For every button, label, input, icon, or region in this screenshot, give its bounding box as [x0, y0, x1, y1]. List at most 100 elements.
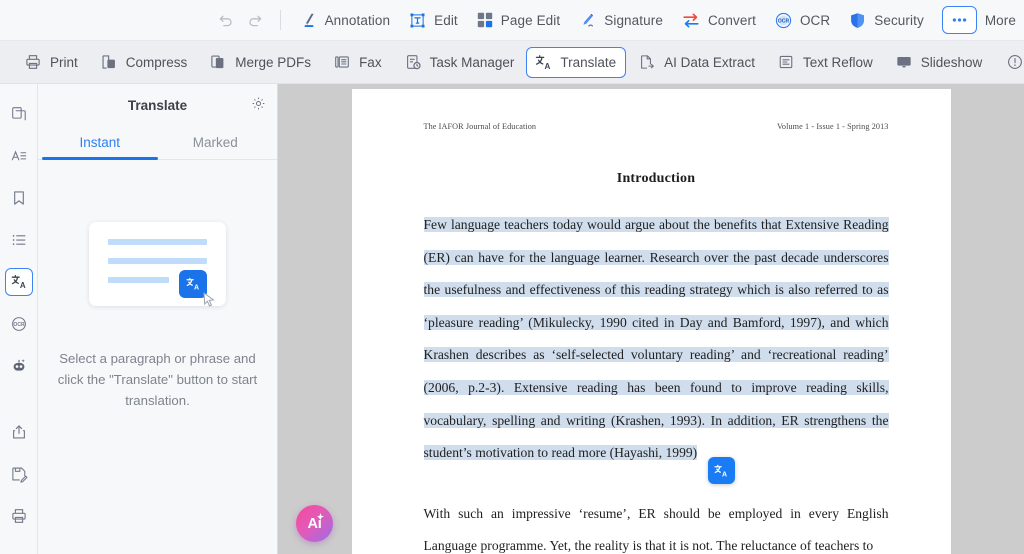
subtoolbar-item-fax[interactable]: Fax: [323, 47, 392, 78]
tab-marked[interactable]: Marked: [158, 127, 274, 159]
toolbar-divider: [279, 10, 281, 30]
subtoolbar-item-task-manager[interactable]: Task Manager: [394, 47, 525, 78]
fax-icon: [333, 53, 351, 71]
page-running-head: The IAFOR Journal of Education Volume 1 …: [424, 122, 889, 131]
sidebar-item-ai-assistant[interactable]: [5, 352, 33, 380]
pdf-page[interactable]: The IAFOR Journal of Education Volume 1 …: [351, 89, 951, 554]
pages-thumbnail-icon: [10, 105, 28, 123]
document-translate-illustration: A: [89, 222, 226, 308]
svg-text:A: A: [194, 285, 199, 292]
ai-sparkle-icon: [316, 513, 325, 522]
task-manager-icon: [404, 53, 422, 71]
subtoolbar-item-print[interactable]: Print: [14, 47, 88, 78]
translate-icon: A: [10, 273, 28, 291]
next-paragraph[interactable]: With such an impressive ‘resume’, ER sho…: [424, 498, 889, 554]
redo-button[interactable]: [241, 5, 271, 35]
text-format-icon: [10, 147, 28, 165]
toolbar-item-annotation[interactable]: Annotation: [290, 5, 400, 35]
compress-icon: [100, 53, 118, 71]
save-edit-icon: [10, 465, 28, 483]
journal-issue: Volume 1 - Issue 1 - Spring 2013: [776, 122, 889, 131]
svg-text:OCR: OCR: [778, 18, 790, 24]
toolbar-item-page-edit[interactable]: Page Edit: [467, 5, 569, 35]
printer-icon: [10, 507, 28, 525]
document-viewport[interactable]: The IAFOR Journal of Education Volume 1 …: [278, 84, 1024, 554]
illustration-line-3: [108, 277, 169, 283]
toolbar-item-more[interactable]: More: [933, 5, 1022, 35]
ai-data-extract-icon: [638, 53, 656, 71]
page-edit-grid-icon: [476, 11, 494, 29]
journal-name: The IAFOR Journal of Education: [423, 122, 537, 131]
translate-panel-tabs: Instant Marked: [38, 127, 277, 160]
translate-empty-state: A Select a paragraph or phrase and click…: [38, 160, 277, 554]
annotation-pen-icon: [299, 11, 318, 30]
sidebar-item-bookmarks[interactable]: [5, 184, 33, 212]
security-shield-icon: [848, 11, 867, 30]
subtoolbar-item-translate[interactable]: A Translate: [526, 46, 627, 78]
sidebar-item-outline[interactable]: [5, 226, 33, 254]
bookmark-icon: [10, 189, 28, 207]
svg-text:A: A: [19, 281, 25, 290]
undo-button[interactable]: [211, 5, 241, 35]
left-rail: A OCR: [0, 84, 38, 554]
sidebar-item-translate[interactable]: A: [4, 268, 33, 296]
info-circle-icon: [1006, 53, 1024, 71]
ai-assistant-fab[interactable]: Ai: [296, 505, 333, 542]
list-outline-icon: [10, 231, 28, 249]
ai-robot-icon: [10, 357, 28, 375]
toolbar-label-security: Security: [874, 12, 924, 28]
gear-icon[interactable]: [251, 96, 266, 111]
subtoolbar-label-slideshow: Slideshow: [920, 54, 983, 70]
toolbar-item-signature[interactable]: Signature: [569, 5, 672, 35]
toolbar-label-annotation: Annotation: [324, 12, 391, 28]
sidebar-item-ocr[interactable]: OCR: [5, 310, 33, 338]
toolbar-item-ocr[interactable]: OCR OCR: [765, 5, 839, 35]
subtoolbar-label-compress: Compress: [125, 54, 188, 70]
sidebar-item-text-format[interactable]: [5, 142, 33, 170]
edit-text-icon: [408, 11, 427, 30]
main-toolbar: Annotation Edit Page Edit Signature Conv…: [0, 0, 1024, 41]
tab-instant[interactable]: Instant: [42, 127, 158, 160]
sidebar-item-thumbnails[interactable]: [5, 100, 33, 128]
svg-text:OCR: OCR: [13, 322, 25, 328]
text-reflow-icon: [777, 53, 795, 71]
sidebar-item-save-as[interactable]: [5, 460, 33, 488]
subtoolbar-label-text-reflow: Text Reflow: [802, 54, 873, 70]
ocr-icon: OCR: [774, 11, 793, 30]
subtoolbar-item-compress[interactable]: Compress: [90, 47, 198, 78]
translate-panel: Translate Instant Marked A Select a para…: [38, 84, 278, 554]
selected-paragraph[interactable]: Few language teachers today would argue …: [423, 209, 889, 470]
ocr-circle-icon: OCR: [10, 315, 28, 333]
mouse-pointer-icon: [203, 292, 216, 308]
toolbar-label-edit: Edit: [434, 12, 458, 28]
subtoolbar-label-print: Print: [50, 54, 78, 70]
share-upload-icon: [10, 423, 28, 441]
sidebar-item-print[interactable]: [5, 502, 33, 530]
section-heading: Introduction: [616, 171, 696, 186]
subtoolbar-label-translate: Translate: [560, 54, 617, 70]
sidebar-item-share[interactable]: [5, 418, 33, 446]
more-dots-icon[interactable]: [941, 6, 977, 34]
translate-icon: A: [713, 463, 729, 479]
signature-pen-icon: [578, 11, 597, 30]
toolbar-label-more: More: [984, 12, 1016, 28]
toolbar-item-convert[interactable]: Convert: [672, 5, 765, 35]
toolbar-item-edit[interactable]: Edit: [399, 5, 467, 35]
subtoolbar-label-ai-data-extract: AI Data Extract: [664, 54, 755, 70]
floating-translate-button[interactable]: A: [707, 457, 735, 484]
subtoolbar-item-info[interactable]: [996, 47, 1024, 78]
translate-icon: A: [534, 53, 553, 72]
subtoolbar-item-text-reflow[interactable]: Text Reflow: [767, 47, 883, 78]
subtoolbar-item-ai-data-extract[interactable]: AI Data Extract: [628, 47, 765, 78]
toolbar-item-security[interactable]: Security: [839, 5, 933, 35]
toolbar-label-ocr: OCR: [799, 12, 831, 28]
subtoolbar-item-merge-pdfs[interactable]: Merge PDFs: [199, 47, 321, 78]
toolbar-label-convert: Convert: [707, 12, 756, 28]
translate-panel-header: Translate: [38, 84, 277, 127]
merge-pdfs-icon: [209, 53, 227, 71]
subtoolbar-label-merge-pdfs: Merge PDFs: [235, 54, 312, 70]
subtoolbar-item-slideshow[interactable]: Slideshow: [885, 47, 993, 78]
svg-text:A: A: [722, 471, 727, 478]
printer-icon: [24, 53, 42, 71]
convert-arrows-icon: [681, 11, 701, 30]
